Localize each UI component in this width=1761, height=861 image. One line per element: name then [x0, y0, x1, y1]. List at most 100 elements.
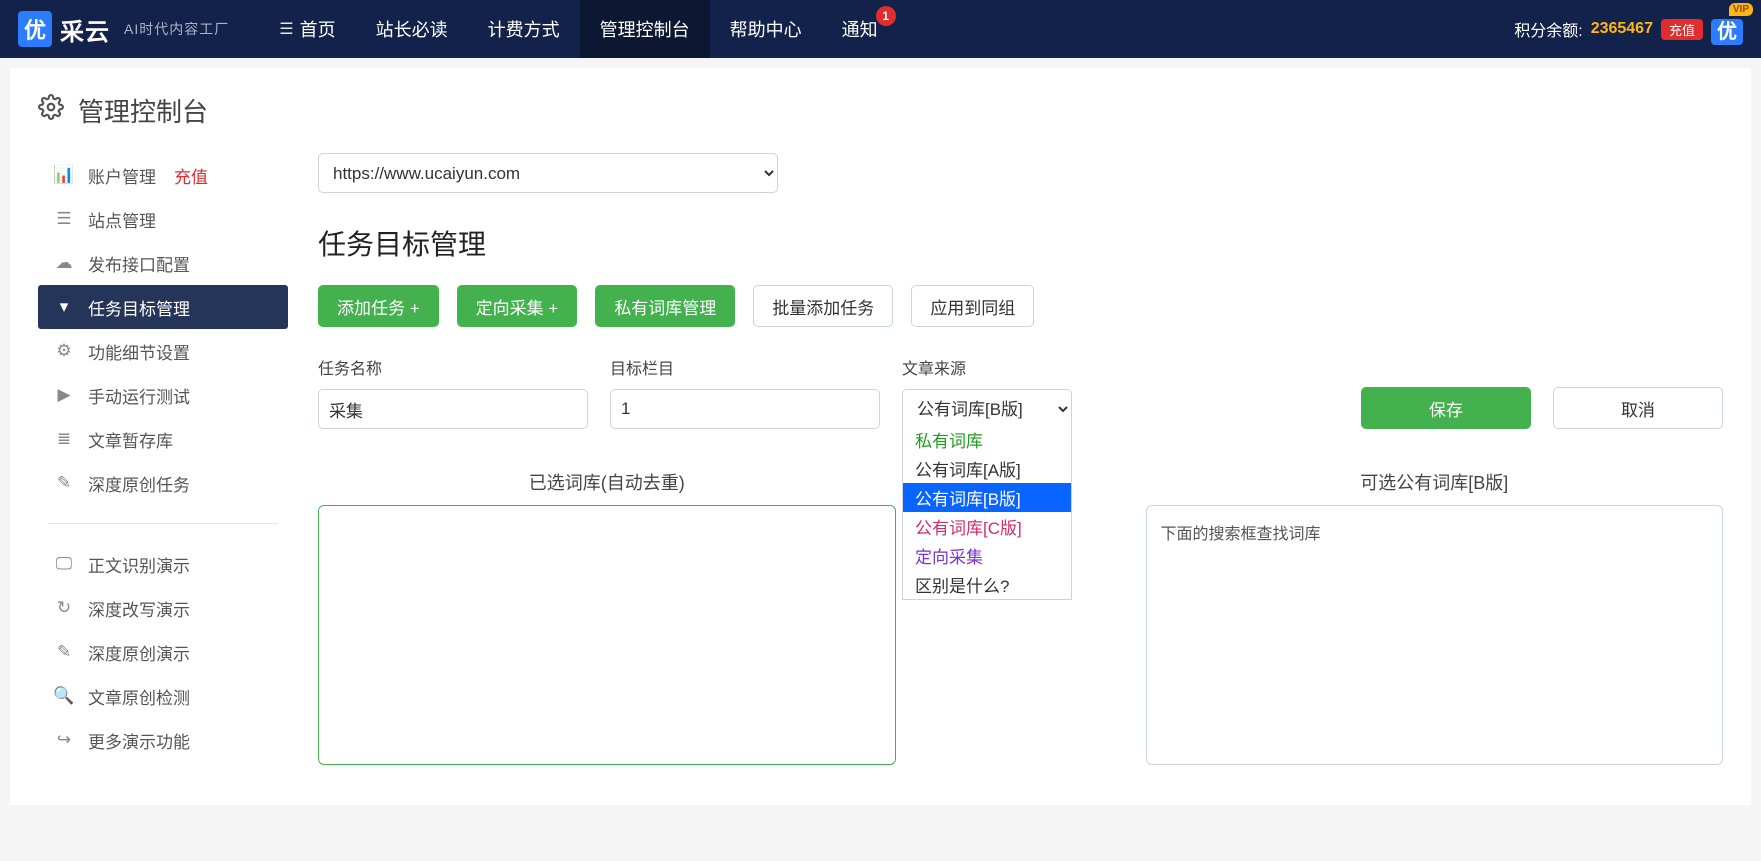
top-menu-item[interactable]: 站长必读	[356, 0, 468, 58]
section-title: 任务目标管理	[318, 223, 1723, 263]
monitor-icon: 🖵	[54, 554, 74, 574]
sidebar-item[interactable]: ▾ 任务目标管理	[38, 285, 288, 329]
stack-icon: ≣	[54, 429, 74, 449]
selected-lexicon-box[interactable]	[318, 505, 896, 765]
selected-lexicon-column: 已选词库(自动去重)	[318, 469, 896, 765]
dropdown-option[interactable]: 公有词库[B版]	[903, 483, 1071, 512]
available-lexicon-hint: 下面的搜索框查找词库	[1161, 526, 1321, 543]
sidebar-item-label: 深度原创演示	[88, 640, 190, 665]
logo-badge-icon: 优	[18, 11, 52, 47]
sidebar-item[interactable]: ▶ 手动运行测试	[38, 373, 288, 417]
recharge-button[interactable]: 充值	[1661, 19, 1703, 40]
available-lexicon-box[interactable]: 下面的搜索框查找词库	[1146, 505, 1724, 765]
filter-icon: ▾	[54, 297, 74, 317]
sidebar-item-extra: 充值	[174, 163, 208, 188]
points-value: 2365467	[1591, 20, 1653, 38]
dropdown-option[interactable]: 私有词库	[903, 425, 1071, 454]
sidebar-item-label: 任务目标管理	[88, 295, 190, 320]
sidebar-item-label: 手动运行测试	[88, 383, 190, 408]
target-column-label: 目标栏目	[610, 355, 880, 379]
sidebar-item-label: 站点管理	[88, 207, 156, 232]
sidebar-item[interactable]: ✎ 深度原创任务	[38, 461, 288, 505]
cloud-icon: ☁	[54, 253, 74, 273]
play-icon: ▶	[54, 385, 74, 405]
dropdown-option[interactable]: 公有词库[A版]	[903, 454, 1071, 483]
site-selector[interactable]: https://www.ucaiyun.com	[318, 153, 778, 193]
edit-icon: ✎	[54, 642, 74, 662]
top-menu-item[interactable]: 计费方式	[468, 0, 580, 58]
top-menu-item[interactable]: 管理控制台	[580, 0, 710, 58]
page-title: 管理控制台	[78, 92, 208, 129]
sidebar-item-label: 深度原创任务	[88, 471, 190, 496]
top-right: 积分余额: 2365467 充值 优 VIP	[1514, 15, 1743, 44]
apply-group-button[interactable]: 应用到同组	[911, 285, 1034, 327]
top-menu-item[interactable]: 帮助中心	[710, 0, 822, 58]
sidebar-item[interactable]: ⚙ 功能细节设置	[38, 329, 288, 373]
sidebar-item-label: 正文识别演示	[88, 552, 190, 577]
sidebar-item[interactable]: ✎ 深度原创演示	[38, 630, 288, 674]
top-menu: 首页站长必读计费方式管理控制台帮助中心通知1	[259, 0, 897, 58]
sidebar-item-label: 发布接口配置	[88, 251, 190, 276]
page: 管理控制台 📊 账户管理充值 ☰ 站点管理 ☁ 发布接口配置 ▾ 任务目标管理 ⚙ 功能细节设置 ▶…	[10, 68, 1751, 805]
notification-badge: 1	[876, 6, 896, 26]
sidebar-item-label: 更多演示功能	[88, 728, 190, 753]
vip-icon: 优	[1711, 19, 1743, 45]
save-button[interactable]: 保存	[1361, 387, 1531, 429]
top-nav: 优 采云 AI时代内容工厂 首页站长必读计费方式管理控制台帮助中心通知1 积分余…	[0, 0, 1761, 58]
sidebar-item[interactable]: ↪ 更多演示功能	[38, 718, 288, 762]
chart-bar-icon: 📊	[54, 165, 74, 185]
top-menu-item[interactable]: 首页	[259, 0, 355, 58]
logo[interactable]: 优 采云 AI时代内容工厂	[18, 11, 229, 47]
site-select-input[interactable]: https://www.ucaiyun.com	[318, 153, 778, 193]
action-button-row: 添加任务 + 定向采集 + 私有词库管理 批量添加任务 应用到同组	[318, 285, 1723, 327]
target-column-field: 目标栏目	[610, 355, 880, 429]
selected-lexicon-title: 已选词库(自动去重)	[318, 469, 896, 495]
logo-text: 采云	[60, 12, 110, 47]
vip-tag: VIP	[1729, 3, 1753, 16]
sidebar-item[interactable]: ☰ 站点管理	[38, 197, 288, 241]
top-menu-item[interactable]: 通知1	[822, 0, 898, 58]
directed-collect-button[interactable]: 定向采集 +	[457, 285, 578, 327]
task-name-field: 任务名称	[318, 355, 588, 429]
sidebar-item[interactable]: 📊 账户管理充值	[38, 153, 288, 197]
add-task-button[interactable]: 添加任务 +	[318, 285, 439, 327]
dropdown-option[interactable]: 公有词库[C版]	[903, 512, 1071, 541]
cancel-button[interactable]: 取消	[1553, 387, 1723, 429]
cogs-icon: ⚙	[54, 341, 74, 361]
share-icon: ↪	[54, 730, 74, 750]
task-form: 任务名称 目标栏目 文章来源 公有词库[B版] 私有词库公有词库[A版]公有词库…	[318, 355, 1723, 429]
search-icon: 🔍	[54, 686, 74, 706]
edit-icon: ✎	[54, 473, 74, 493]
sidebar-separator	[48, 523, 278, 524]
task-name-label: 任务名称	[318, 355, 588, 379]
target-column-input[interactable]	[610, 389, 880, 429]
article-source-select[interactable]: 公有词库[B版]	[902, 389, 1072, 429]
logo-subtitle: AI时代内容工厂	[124, 19, 229, 39]
sidebar-item[interactable]: 🔍 文章原创检测	[38, 674, 288, 718]
sidebar: 📊 账户管理充值 ☰ 站点管理 ☁ 发布接口配置 ▾ 任务目标管理 ⚙ 功能细节设置 ▶ 手动运行测试…	[38, 153, 288, 765]
available-lexicon-column: 可选公有词库[B版] 下面的搜索框查找词库	[1146, 469, 1724, 765]
form-buttons: 保存 取消	[1094, 387, 1723, 429]
dropdown-option[interactable]: 区别是什么?	[903, 570, 1071, 599]
gear-icon	[38, 94, 64, 127]
task-name-input[interactable]	[318, 389, 588, 429]
sidebar-item[interactable]: ≣文章暂存库	[38, 417, 288, 461]
article-source-field: 文章来源 公有词库[B版] 私有词库公有词库[A版]公有词库[B版]公有词库[C…	[902, 355, 1072, 429]
article-source-label: 文章来源	[902, 355, 1072, 379]
dropdown-option[interactable]: 定向采集	[903, 541, 1071, 570]
refresh-icon: ↻	[54, 598, 74, 618]
sidebar-item[interactable]: 🖵 正文识别演示	[38, 542, 288, 586]
page-header: 管理控制台	[10, 68, 1751, 153]
main-content: https://www.ucaiyun.com 任务目标管理 添加任务 + 定向…	[318, 153, 1723, 765]
sidebar-item-label: 文章原创检测	[88, 684, 190, 709]
sidebar-item-label: 深度改写演示	[88, 596, 190, 621]
sidebar-item-label: 功能细节设置	[88, 339, 190, 364]
batch-add-button[interactable]: 批量添加任务	[753, 285, 893, 327]
vip-badge[interactable]: 优 VIP	[1711, 15, 1743, 44]
sidebar-item[interactable]: ↻ 深度改写演示	[38, 586, 288, 630]
available-lexicon-title: 可选公有词库[B版]	[1146, 469, 1724, 495]
sidebar-item-label: 账户管理	[88, 163, 156, 188]
list-icon: ☰	[54, 209, 74, 229]
sidebar-item[interactable]: ☁ 发布接口配置	[38, 241, 288, 285]
private-lexicon-button[interactable]: 私有词库管理	[595, 285, 735, 327]
